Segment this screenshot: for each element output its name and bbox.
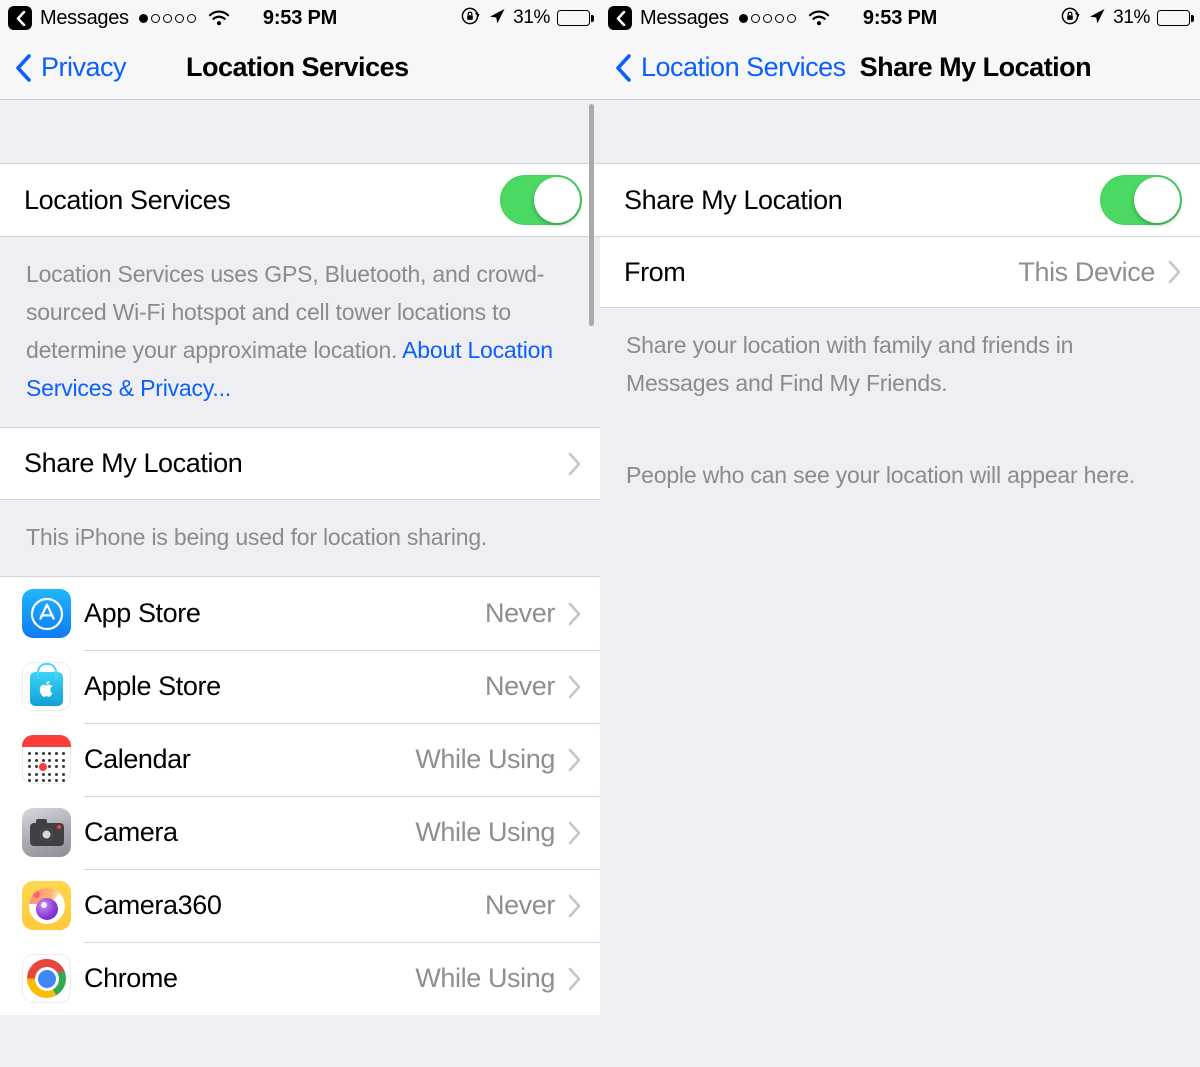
- row-location-services-master[interactable]: Location Services: [0, 164, 600, 236]
- signal-dot: [786, 13, 796, 23]
- right-panel-share-my-location: Messages 9:53 PM 31% Location Services S…: [600, 0, 1200, 1067]
- signal-strength-dots: [138, 13, 196, 23]
- app-permission-value: While Using: [415, 963, 555, 993]
- row-label: From: [624, 256, 686, 287]
- footer-text: People who can see your location will ap…: [626, 462, 1136, 488]
- signal-dot: [774, 13, 784, 23]
- app-permission-row[interactable]: Camera While Using: [0, 796, 600, 869]
- row-label: Share My Location: [624, 184, 843, 215]
- battery-icon: [1157, 10, 1194, 26]
- row-label: Location Services: [24, 184, 231, 215]
- row-from[interactable]: From This Device: [600, 236, 1200, 308]
- chevron-left-icon: [614, 53, 632, 83]
- status-bar-left: Messages: [8, 6, 230, 30]
- app-store-icon: [22, 589, 71, 638]
- footer-location-services-description: Location Services uses GPS, Bluetooth, a…: [0, 236, 600, 427]
- navigation-bar: Location Services Share My Location: [600, 36, 1200, 100]
- signal-strength-dots: [738, 13, 796, 23]
- chevron-right-icon: [567, 893, 582, 919]
- battery-icon: [557, 10, 594, 26]
- chevron-left-badge-icon[interactable]: [608, 6, 632, 30]
- status-bar-back-app[interactable]: Messages: [640, 7, 729, 30]
- camera360-icon: [22, 881, 71, 930]
- group-spacer-top: [0, 100, 600, 164]
- location-arrow-icon: [488, 7, 506, 30]
- chevron-left-icon: [14, 53, 32, 83]
- footer-text: Share your location with family and frie…: [626, 332, 1074, 396]
- chevron-right-icon: [567, 820, 582, 846]
- app-name-label: App Store: [84, 598, 201, 628]
- page-title: Share My Location: [859, 52, 1092, 82]
- app-name-label: Apple Store: [84, 671, 221, 701]
- app-permission-row[interactable]: Chrome While Using: [0, 942, 600, 1015]
- app-permission-list: App Store Never Apple Store Never Calendar Wh…: [0, 577, 600, 1015]
- back-button-location-services[interactable]: Location Services: [614, 52, 846, 83]
- signal-dot: [138, 13, 148, 23]
- app-permission-row[interactable]: App Store Never: [0, 577, 600, 650]
- chevron-right-icon: [567, 451, 582, 477]
- wifi-icon: [208, 10, 230, 26]
- app-permission-value: While Using: [415, 817, 555, 847]
- rotation-lock-icon: [1061, 6, 1081, 31]
- chevron-right-icon: [567, 674, 582, 700]
- footer-share-location-description: Share your location with family and frie…: [600, 308, 1200, 422]
- app-permission-value: Never: [484, 890, 555, 920]
- status-bar: Messages 9:53 PM 31%: [600, 0, 1200, 36]
- footer-iphone-location-sharing: This iPhone is being used for location s…: [0, 499, 600, 577]
- app-permission-value: While Using: [415, 744, 555, 774]
- battery-percent-label: 31%: [1113, 7, 1150, 28]
- back-button-label: Privacy: [41, 52, 127, 82]
- app-name-label: Chrome: [84, 963, 178, 993]
- group-spacer-top: [600, 100, 1200, 164]
- chevron-right-icon: [567, 601, 582, 627]
- signal-dot: [762, 13, 772, 23]
- status-bar-left: Messages: [608, 6, 830, 30]
- row-value: This Device: [1018, 256, 1155, 287]
- app-permission-row[interactable]: Calendar While Using: [0, 723, 600, 796]
- status-bar-back-app[interactable]: Messages: [40, 7, 129, 30]
- back-button-label: Location Services: [641, 52, 846, 82]
- app-permission-value: Never: [484, 671, 555, 701]
- apple-store-icon: [22, 662, 71, 711]
- footer-people-who-can-see: People who can see your location will ap…: [600, 422, 1200, 514]
- signal-dot: [174, 13, 184, 23]
- row-share-my-location-toggle[interactable]: Share My Location: [600, 164, 1200, 236]
- app-permission-row[interactable]: Camera360 Never: [0, 869, 600, 942]
- chevron-right-icon: [1167, 259, 1182, 285]
- wifi-icon: [808, 10, 830, 26]
- signal-dot: [162, 13, 172, 23]
- location-arrow-icon: [1088, 7, 1106, 30]
- app-permission-row[interactable]: Apple Store Never: [0, 650, 600, 723]
- signal-dot: [186, 13, 196, 23]
- status-bar: Messages 9:53 PM 31%: [0, 0, 600, 36]
- footer-text: This iPhone is being used for location s…: [26, 524, 488, 550]
- row-label: Share My Location: [24, 448, 243, 478]
- battery-percent-label: 31%: [513, 7, 550, 28]
- signal-dot: [738, 13, 748, 23]
- app-name-label: Camera: [84, 817, 178, 847]
- chevron-left-badge-icon[interactable]: [8, 6, 32, 30]
- chevron-right-icon: [567, 747, 582, 773]
- status-bar-right: 31%: [1061, 6, 1194, 31]
- app-permission-value: Never: [484, 598, 555, 628]
- page-title: Location Services: [186, 52, 409, 82]
- status-bar-right: 31%: [461, 6, 594, 31]
- signal-dot: [750, 13, 760, 23]
- app-name-label: Camera360: [84, 890, 222, 920]
- back-button-privacy[interactable]: Privacy: [14, 52, 127, 83]
- vertical-scrollbar[interactable]: [589, 104, 594, 326]
- left-panel-location-services: Messages 9:53 PM 31% Privacy Location Se…: [0, 0, 600, 1067]
- app-name-label: Calendar: [84, 744, 191, 774]
- calendar-icon: [22, 735, 71, 784]
- chevron-right-icon: [567, 966, 582, 992]
- rotation-lock-icon: [461, 6, 481, 31]
- location-services-toggle[interactable]: [500, 175, 582, 225]
- share-my-location-toggle[interactable]: [1100, 175, 1182, 225]
- row-share-my-location[interactable]: Share My Location: [0, 427, 600, 499]
- navigation-bar: Privacy Location Services: [0, 36, 600, 100]
- split-screenshot: Messages 9:53 PM 31% Privacy Location Se…: [0, 0, 1200, 1067]
- signal-dot: [150, 13, 160, 23]
- chrome-icon: [22, 954, 71, 1003]
- camera-icon: [22, 808, 71, 857]
